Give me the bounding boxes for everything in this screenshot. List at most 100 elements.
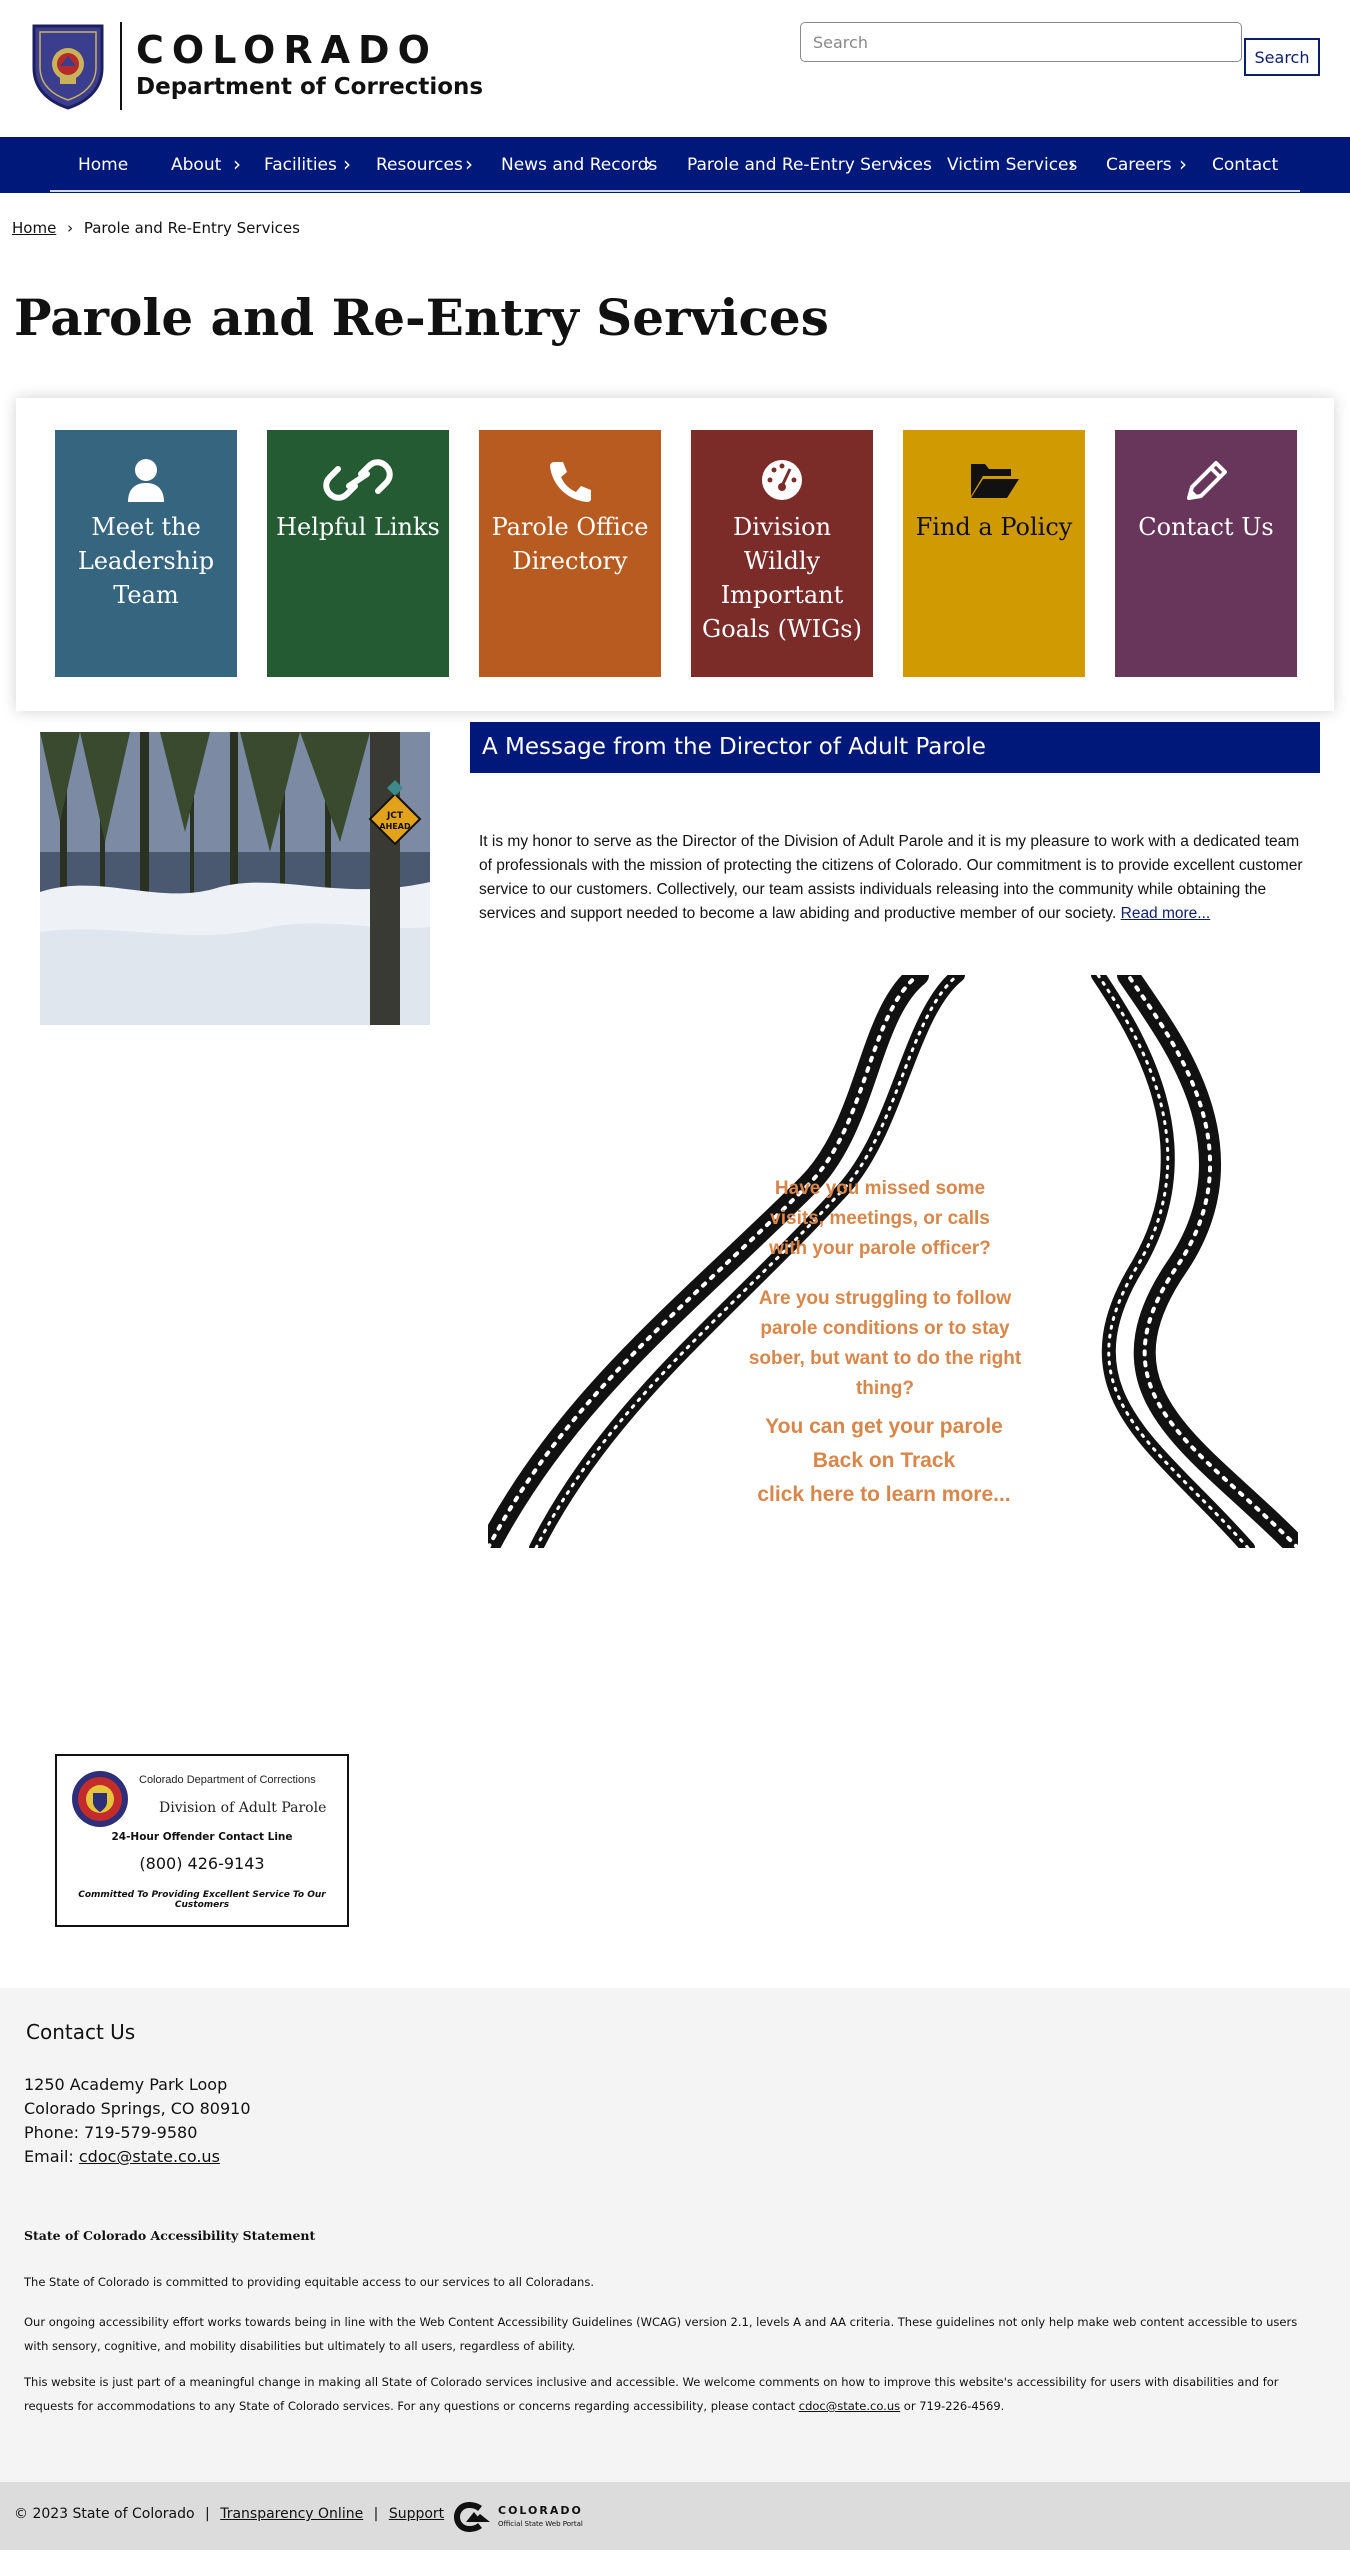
- promo-line: Have you missed some: [774, 1178, 986, 1199]
- card-line-label: 24-Hour Offender Contact Line: [111, 1831, 293, 1843]
- phone-icon: [550, 462, 591, 502]
- promo-line: visits, meetings, or calls: [770, 1208, 990, 1229]
- site-footer: Contact Us 1250 Academy Park Loop Colora…: [0, 1988, 1350, 2482]
- colorado-c-logo-icon: [454, 2502, 490, 2532]
- folder-open-icon: [971, 464, 1019, 498]
- footer-contact-heading: Contact Us: [26, 2020, 136, 2044]
- nav-item-about[interactable]: About: [171, 137, 221, 193]
- tile-division-wigs[interactable]: Division Wildly Important Goals (WIGs): [691, 430, 873, 677]
- tile-label: Find a Policy: [915, 513, 1073, 541]
- breadcrumb-separator: ›: [67, 219, 74, 237]
- read-more-link[interactable]: Read more...: [1121, 905, 1211, 922]
- accessibility-heading: State of Colorado Accessibility Statemen…: [24, 2228, 316, 2243]
- breadcrumb: Home › Parole and Re-Entry Services: [12, 219, 300, 237]
- breadcrumb-current: Parole and Re-Entry Services: [83, 219, 300, 237]
- nav-divider: [50, 190, 1300, 192]
- tile-label: Helpful Links: [276, 513, 440, 541]
- promo-line: with your parole officer?: [769, 1238, 991, 1259]
- tile-label: Meet the Leadership Team: [77, 513, 215, 609]
- chevron-right-icon[interactable]: ›: [1179, 137, 1187, 193]
- nav-item-news-and-records[interactable]: News and Records: [501, 137, 657, 193]
- chevron-right-icon[interactable]: ›: [343, 137, 351, 193]
- offender-contact-card: Colorado Department of Corrections Divis…: [55, 1754, 349, 1927]
- tile-leadership-team[interactable]: Meet the Leadership Team: [55, 430, 237, 677]
- accessibility-text: This website is just part of a meaningfu…: [24, 2375, 1279, 2413]
- address-line-2: Colorado Springs, CO 80910: [24, 2099, 251, 2118]
- copyright-text: © 2023 State of Colorado: [14, 2506, 195, 2522]
- promo-line: You can get your parole: [765, 1415, 1003, 1438]
- tile-label: Contact Us: [1138, 513, 1274, 541]
- accessibility-text: or 719-226-4569.: [903, 2399, 1005, 2413]
- link-separator: |: [373, 2506, 379, 2522]
- tile-label: Division Wildly Important Goals (WIGs): [702, 513, 862, 643]
- nav-item-careers[interactable]: Careers: [1106, 137, 1172, 193]
- chevron-right-icon[interactable]: ›: [1068, 137, 1076, 193]
- promo-line: Are you struggling to follow: [758, 1288, 1012, 1309]
- nav-item-home[interactable]: Home: [78, 137, 128, 193]
- promo-line: sober, but want to do the right: [748, 1348, 1022, 1369]
- logo-title[interactable]: COLORADO: [136, 28, 438, 72]
- site-header: COLORADO Department of Corrections Searc…: [0, 0, 1350, 137]
- accessibility-email-link[interactable]: cdoc@state.co.us: [799, 2399, 900, 2413]
- promo-question-1[interactable]: Have you missed some visits, meetings, o…: [690, 1174, 1070, 1264]
- promo-cta[interactable]: You can get your parole Back on Track cl…: [694, 1410, 1074, 1512]
- nav-item-resources[interactable]: Resources: [376, 137, 463, 193]
- search-button[interactable]: Search: [1244, 38, 1320, 76]
- director-message-body: It is my honor to serve as the Director …: [479, 830, 1309, 926]
- bottom-bar: © 2023 State of Colorado | Transparency …: [0, 2482, 1350, 2550]
- link-separator: |: [205, 2506, 210, 2522]
- colorado-portal-logo[interactable]: COLORADO Official State Web Portal: [452, 2500, 602, 2534]
- tile-find-a-policy[interactable]: Find a Policy: [903, 430, 1085, 677]
- nav-item-contact[interactable]: Contact: [1212, 137, 1278, 193]
- transparency-online-link[interactable]: Transparency Online: [220, 2506, 363, 2522]
- accessibility-paragraph-1: The State of Colorado is committed to pr…: [24, 2275, 594, 2289]
- cdoc-seal-logo: [72, 1771, 128, 1827]
- promo-question-2[interactable]: Are you struggling to follow parole cond…: [690, 1284, 1080, 1404]
- address-line-1: 1250 Academy Park Loop: [24, 2075, 228, 2094]
- email-label: Email:: [24, 2147, 74, 2166]
- chevron-right-icon[interactable]: ›: [233, 137, 241, 193]
- promo-line: thing?: [855, 1378, 915, 1399]
- tile-contact-us[interactable]: Contact Us: [1115, 430, 1297, 677]
- search-input[interactable]: [800, 22, 1242, 62]
- footer-email-row: Email: cdoc@state.co.us: [24, 2145, 251, 2169]
- accessibility-paragraph-3: This website is just part of a meaningfu…: [24, 2370, 1314, 2418]
- promo-line: click here to learn more...: [757, 1483, 1011, 1506]
- footer-address: 1250 Academy Park Loop Colorado Springs,…: [24, 2073, 251, 2169]
- quick-links-panel: Meet the Leadership Team Helpful Links P…: [16, 398, 1334, 711]
- pencil-icon: [1187, 461, 1227, 500]
- card-division-name: Division of Adult Parole: [159, 1800, 327, 1816]
- bottom-links: © 2023 State of Colorado | Transparency …: [14, 2506, 444, 2522]
- support-link[interactable]: Support: [389, 2506, 444, 2522]
- nav-item-facilities[interactable]: Facilities: [264, 137, 337, 193]
- page-title: Parole and Re-Entry Services: [14, 288, 829, 347]
- link-icon: [323, 459, 393, 501]
- tile-parole-office-directory[interactable]: Parole Office Directory: [479, 430, 661, 677]
- person-icon: [128, 459, 164, 502]
- chevron-right-icon[interactable]: ›: [645, 137, 653, 193]
- svg-text:JCT: JCT: [386, 811, 404, 821]
- breadcrumb-home-link[interactable]: Home: [12, 219, 56, 237]
- cdoc-seal-logo[interactable]: [30, 22, 106, 110]
- chevron-right-icon[interactable]: ›: [896, 137, 904, 193]
- tile-helpful-links[interactable]: Helpful Links: [267, 430, 449, 677]
- accessibility-paragraph-2: Our ongoing accessibility effort works t…: [24, 2315, 1298, 2353]
- card-org-name: Colorado Department of Corrections: [139, 1774, 316, 1786]
- snowy-forest-photo: JCT AHEAD: [40, 732, 430, 1025]
- nav-item-victim-services[interactable]: Victim Services: [947, 137, 1077, 193]
- portal-subtitle: Official State Web Portal: [498, 2520, 583, 2528]
- dashboard-icon: [762, 460, 802, 500]
- promo-line: Back on Track: [812, 1449, 956, 1472]
- footer-phone: Phone: 719-579-9580: [24, 2123, 198, 2142]
- logo-divider: [120, 22, 122, 110]
- tile-label: Parole Office Directory: [491, 513, 649, 575]
- footer-email-link[interactable]: cdoc@state.co.us: [79, 2147, 220, 2166]
- logo-subtitle[interactable]: Department of Corrections: [136, 74, 483, 100]
- chevron-right-icon[interactable]: ›: [465, 137, 473, 193]
- main-nav: Home About › Facilities › Resources › Ne…: [0, 137, 1350, 193]
- svg-text:AHEAD: AHEAD: [379, 822, 411, 831]
- director-message-heading: A Message from the Director of Adult Par…: [470, 722, 1320, 773]
- portal-title: COLORADO: [498, 2504, 583, 2517]
- card-phone-number: (800) 426-9143: [139, 1854, 265, 1873]
- promo-line: parole conditions or to stay: [760, 1318, 1010, 1339]
